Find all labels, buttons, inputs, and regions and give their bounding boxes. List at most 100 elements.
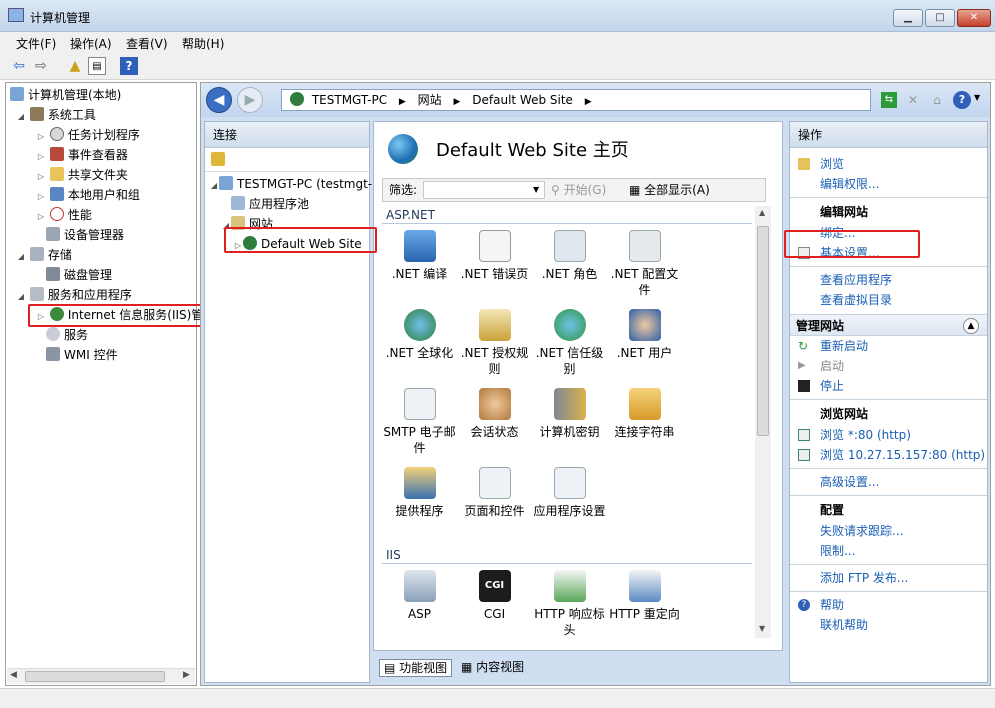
tree-item-device-manager[interactable]: 设备管理器 [10,225,196,245]
action-add-ftp[interactable]: 添加 FTP 发布... [790,568,987,588]
expand-arrow-icon[interactable]: ▷ [36,127,46,147]
refresh-icon[interactable]: ⇆ [881,92,897,108]
scroll-right-icon[interactable]: ▶ [183,670,190,680]
tree-item-local-users[interactable]: ▷ 本地用户和组 [10,185,196,205]
close-button[interactable]: ✕ [957,9,991,27]
feature-smtp-email[interactable]: SMTP 电子邮件 [382,388,457,463]
tree-item-shared-folders[interactable]: ▷ 共享文件夹 [10,165,196,185]
feature-http-response-headers[interactable]: HTTP 响应标头 [532,570,607,638]
menu-action[interactable]: 操作(A) [70,35,112,52]
expand-arrow-icon[interactable]: ▷ [36,307,46,327]
conn-server[interactable]: ◢ TESTMGT-PC (testmgt-P [205,174,379,196]
collapse-arrow-icon[interactable]: ◢ [221,216,231,236]
action-view-virtual-dirs[interactable]: 查看虚拟目录 [790,290,987,310]
action-bindings[interactable]: 绑定... [790,223,987,243]
scroll-down-icon[interactable]: ▼ [759,624,765,633]
feature-scrollbar[interactable]: ▲ ▼ [755,206,771,638]
horizontal-scrollbar[interactable]: ◀ ▶ [7,668,195,684]
feature-net-error-pages[interactable]: .NET 错误页 [457,230,532,305]
feature-asp[interactable]: ASP [382,570,457,638]
collapse-arrow-icon[interactable]: ◢ [16,247,26,267]
forward-icon[interactable]: ⇨ [32,57,50,75]
feature-net-authorization[interactable]: .NET 授权规则 [457,309,532,384]
collapse-icon[interactable]: ▲ [963,318,979,334]
conn-default-web-site[interactable]: ▷ Default Web Site [205,234,369,254]
conn-sites[interactable]: ◢ 网站 [205,214,369,234]
tab-features-view[interactable]: ▤ 功能视图 [379,659,453,677]
tab-content-view[interactable]: ▦ 内容视图 [457,659,528,677]
tree-item-wmi[interactable]: WMI 控件 [10,345,196,365]
feature-providers[interactable]: 提供程序 [382,467,457,542]
nav-back-icon[interactable]: ◀ [206,87,232,113]
feature-machine-key[interactable]: 计算机密钥 [532,388,607,463]
tree-item-disk-management[interactable]: 磁盘管理 [10,265,196,285]
filter-input[interactable] [423,181,545,199]
scroll-left-icon[interactable]: ◀ [10,670,17,680]
stop-nav-icon[interactable]: ✕ [905,92,921,108]
menu-file[interactable]: 文件(F) [16,35,56,52]
action-stop[interactable]: 停止 [790,376,987,396]
collapse-arrow-icon[interactable]: ◢ [16,107,26,127]
feature-cgi[interactable]: CGI CGI [457,570,532,638]
menu-help[interactable]: 帮助(H) [182,35,224,52]
maximize-button[interactable]: □ [925,9,955,27]
expand-arrow-icon[interactable]: ▷ [233,236,243,256]
action-advanced-settings[interactable]: 高级设置... [790,472,987,492]
tree-item-event-viewer[interactable]: ▷ 事件查看器 [10,145,196,165]
feature-session-state[interactable]: 会话状态 [457,388,532,463]
tree-item-system-tools[interactable]: ◢ 系统工具 [10,105,196,125]
filter-dropdown-icon[interactable]: ▼ [533,179,539,201]
expand-arrow-icon[interactable]: ▷ [36,187,46,207]
feature-net-compilation[interactable]: .NET 编译 [382,230,457,305]
connect-icon[interactable] [211,152,225,166]
minimize-button[interactable]: ▁ [893,9,923,27]
action-browse[interactable]: 浏览 [790,154,987,174]
address-bar[interactable]: TESTMGT-PC ▶ 网站 ▶ Default Web Site ▶ [281,89,871,111]
scroll-up-icon[interactable]: ▲ [759,208,765,217]
action-browse-ip[interactable]: 浏览 10.27.15.157:80 (http) [790,445,987,465]
up-folder-icon[interactable]: ▲ [66,57,84,75]
expand-arrow-icon[interactable]: ▷ [36,207,46,227]
iis-help-icon[interactable]: ? [953,91,971,109]
back-icon[interactable]: ⇦ [10,57,28,75]
tree-item-storage[interactable]: ◢ 存储 [10,245,196,265]
feature-net-users[interactable]: .NET 用户 [607,309,682,384]
feature-app-settings[interactable]: 应用程序设置 [532,467,607,542]
feature-net-globalization[interactable]: .NET 全球化 [382,309,457,384]
scrollbar-thumb[interactable] [757,226,769,436]
breadcrumb-site[interactable]: Default Web Site [472,93,573,107]
feature-pages-controls[interactable]: 页面和控件 [457,467,532,542]
action-view-applications[interactable]: 查看应用程序 [790,270,987,290]
tree-item-services-apps[interactable]: ◢ 服务和应用程序 [10,285,196,305]
nav-forward-icon[interactable]: ▶ [237,87,263,113]
scrollbar-thumb[interactable] [25,671,165,682]
tree-item-iis[interactable]: ▷ Internet 信息服务(IIS)管 [10,305,203,327]
action-basic-settings[interactable]: 基本设置... [790,243,987,263]
action-start[interactable]: ▶ 启动 [790,356,987,376]
tree-item-performance[interactable]: ▷ 性能 [10,205,196,225]
conn-app-pools[interactable]: 应用程序池 [205,194,369,214]
start-button[interactable]: ⚲ 开始(G) [551,179,606,201]
action-limits[interactable]: 限制... [790,541,987,561]
tree-item-services[interactable]: 服务 [10,325,196,345]
action-failed-request-tracing[interactable]: 失败请求跟踪... [790,521,987,541]
action-online-help[interactable]: 联机帮助 [790,615,987,635]
action-help[interactable]: ? 帮助 [790,595,987,615]
help-dropdown-icon[interactable]: ▼ [974,93,980,102]
feature-connection-strings[interactable]: 连接字符串 [607,388,682,463]
feature-net-trust-levels[interactable]: .NET 信任级别 [532,309,607,384]
feature-http-redirect[interactable]: HTTP 重定向 [607,570,682,638]
collapse-arrow-icon[interactable]: ◢ [16,287,26,307]
breadcrumb-server[interactable]: TESTMGT-PC [312,93,387,107]
menu-view[interactable]: 查看(V) [126,35,168,52]
show-all-button[interactable]: ▦ 全部显示(A) [629,179,710,201]
action-edit-permissions[interactable]: 编辑权限... [790,174,987,194]
help-icon[interactable]: ? [120,57,138,75]
collapse-arrow-icon[interactable]: ◢ [209,176,219,196]
expand-arrow-icon[interactable]: ▷ [36,147,46,167]
action-restart[interactable]: ↻ 重新启动 [790,336,987,356]
tree-item-task-scheduler[interactable]: ▷ 任务计划程序 [10,125,196,145]
show-hide-tree-icon[interactable]: ▤ [88,57,106,75]
home-icon[interactable]: ⌂ [929,92,945,108]
tree-root[interactable]: 计算机管理(本地) [10,85,196,105]
